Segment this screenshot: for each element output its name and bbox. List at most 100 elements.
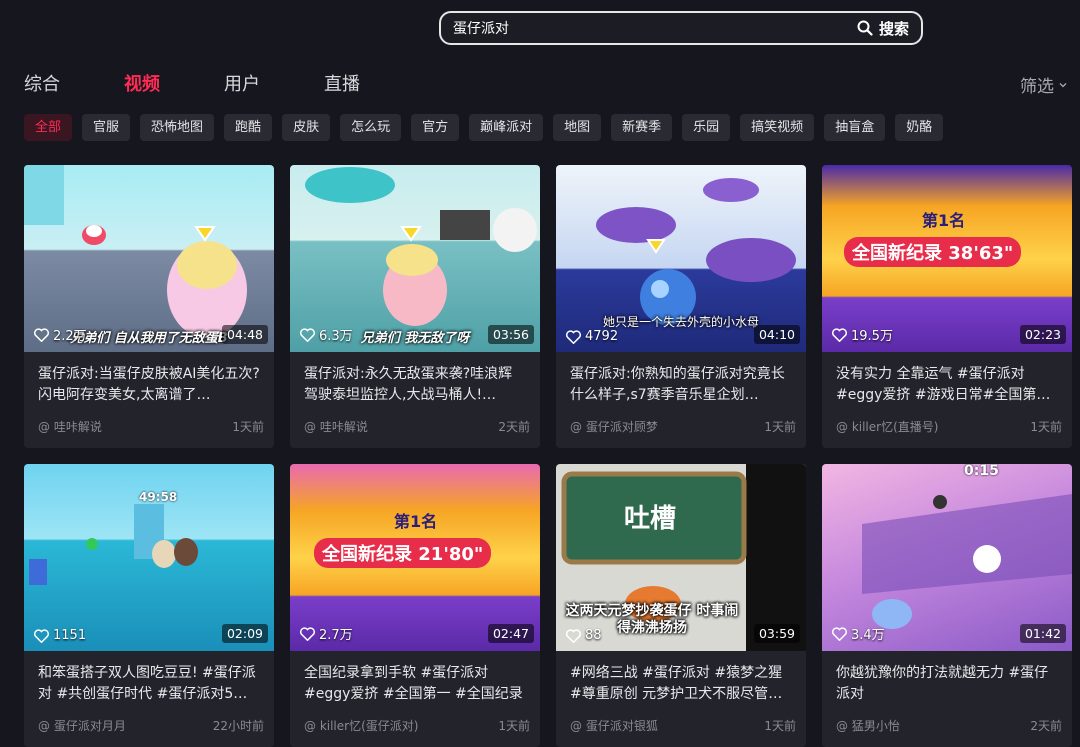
video-thumbnail: 兄弟们 我无敌了呀 6.3万 03:56: [290, 165, 540, 352]
search-icon: [857, 20, 873, 36]
like-count: 19.5万: [832, 325, 893, 344]
video-card[interactable]: 49:58 1151 02:09 和笨蛋搭子双人图吃豆豆! #蛋仔派对 #共创蛋…: [24, 464, 274, 747]
chip-cheese[interactable]: 奶酪: [895, 114, 944, 141]
chip-parkour[interactable]: 跑酷: [224, 114, 273, 141]
countdown-timer: 0:15: [964, 464, 999, 479]
video-duration: 03:59: [753, 624, 800, 643]
heart-icon: [300, 327, 315, 342]
video-time: 2天前: [498, 420, 530, 434]
filter-button[interactable]: 筛选: [1020, 72, 1068, 97]
chevron-down-icon: [1059, 82, 1067, 87]
countdown-timer: 49:58: [139, 490, 178, 504]
video-title[interactable]: 蛋仔派对:你熟知的蛋仔派对究竟长什么样子,s7赛季音乐星企划…: [570, 364, 792, 406]
video-time: 22小时前: [212, 719, 264, 733]
video-author[interactable]: @ 猛男小怡: [836, 717, 900, 734]
video-title[interactable]: 全国纪录拿到手软 #蛋仔派对 #eggy爱挤 #全国第一 #全国纪录: [304, 663, 526, 705]
thumbnail-scene: [305, 167, 537, 326]
video-card[interactable]: 兄弟们 我无敌了呀 6.3万 03:56 蛋仔派对:永久无敌蛋来袭?哇浪辉驾驶泰…: [290, 165, 540, 448]
video-author[interactable]: @ killer忆(直播号): [836, 418, 938, 435]
thumbnail-scene: [24, 165, 247, 338]
heart-icon: [34, 327, 49, 342]
like-count-value: 6.3万: [319, 329, 353, 344]
tab-live[interactable]: 直播: [324, 70, 424, 96]
video-card[interactable]: 第1名 全国新纪录 38'63" 19.5万 02:23 没有实力 全靠运气 #…: [822, 165, 1072, 448]
heart-icon: [566, 628, 581, 643]
like-count: 2.2万: [34, 325, 87, 344]
video-time: 1天前: [1030, 420, 1062, 434]
video-title[interactable]: 和笨蛋搭子双人图吃豆豆! #蛋仔派对 #共创蛋仔时代 #蛋仔派对5…: [38, 663, 260, 705]
heart-icon: [566, 329, 581, 344]
search-button[interactable]: 搜索: [857, 18, 921, 39]
video-duration: 01:42: [1019, 624, 1066, 643]
video-duration: 03:56: [487, 325, 534, 344]
chip-skin[interactable]: 皮肤: [282, 114, 331, 141]
video-title[interactable]: 你越犹豫你的打法就越无力 #蛋仔派对: [836, 663, 1058, 705]
search-input[interactable]: [441, 19, 857, 37]
like-count-value: 19.5万: [851, 329, 893, 344]
video-title[interactable]: #网络三战 #蛋仔派对 #猿梦之猩 #尊重原创 元梦护卫犬不服尽管来…: [570, 663, 792, 705]
chip-how-to-play[interactable]: 怎么玩: [340, 114, 402, 141]
chip-official-server[interactable]: 官服: [82, 114, 131, 141]
video-duration: 04:10: [753, 325, 800, 344]
like-count-value: 1151: [53, 628, 87, 643]
filter-label: 筛选: [1020, 77, 1054, 97]
video-meta: @ 蛋仔派对月月 22小时前: [38, 717, 264, 734]
video-author[interactable]: @ killer忆(蛋仔派对): [304, 717, 418, 734]
chip-paradise[interactable]: 乐园: [682, 114, 731, 141]
video-title[interactable]: 蛋仔派对:永久无敌蛋来袭?哇浪辉驾驶泰坦监控人,大战马桶人!…: [304, 364, 526, 406]
video-thumbnail: 第1名 全国新纪录 21'80" 2.7万 02:47: [290, 464, 540, 651]
chip-all[interactable]: 全部: [24, 114, 73, 141]
like-count-value: 2.2万: [53, 329, 87, 344]
chip-map[interactable]: 地图: [553, 114, 602, 141]
video-grid: 兄弟们 自从我用了无敌蛋B 2.2万 04:48 蛋仔派对:当蛋仔皮肤被AI美化…: [24, 165, 1072, 747]
record-banner: 全国新纪录 21'80": [314, 538, 492, 568]
video-meta: @ killer忆(蛋仔派对) 1天前: [304, 717, 530, 734]
chip-official[interactable]: 官方: [411, 114, 460, 141]
video-duration: 04:48: [221, 325, 268, 344]
video-meta: @ 哇咔解说 1天前: [38, 418, 264, 435]
video-author[interactable]: @ 蛋仔派对月月: [38, 717, 126, 734]
video-duration: 02:23: [1019, 325, 1066, 344]
video-card[interactable]: 第1名 全国新纪录 21'80" 2.7万 02:47 全国纪录拿到手软 #蛋仔…: [290, 464, 540, 747]
like-count: 4792: [566, 329, 618, 344]
video-thumbnail: 她只是一个失去外壳的小水母 4792 04:10: [556, 165, 806, 352]
video-time: 2天前: [1030, 719, 1062, 733]
result-tabs: 综合 视频 用户 直播: [24, 70, 424, 96]
video-title[interactable]: 没有实力 全靠运气 #蛋仔派对#eggy爱挤 #游戏日常#全国第一 #全…: [836, 364, 1058, 406]
video-meta: @ 猛男小怡 2天前: [836, 717, 1062, 734]
like-count: 2.7万: [300, 624, 353, 643]
heart-icon: [832, 626, 847, 641]
chip-peak-party[interactable]: 巅峰派对: [469, 114, 544, 141]
video-thumbnail: 第1名 全国新纪录 38'63" 19.5万 02:23: [822, 165, 1072, 352]
video-thumbnail: 0:15 3.4万 01:42: [822, 464, 1072, 651]
heart-icon: [832, 327, 847, 342]
video-card[interactable]: 0:15 3.4万 01:42 你越犹豫你的打法就越无力 #蛋仔派对 @ 猛男小…: [822, 464, 1072, 747]
video-card[interactable]: 吐槽 这两天元梦抄袭蛋仔 时事闹得沸沸扬扬 88 03:59 #网络三战 #蛋仔…: [556, 464, 806, 747]
like-count-value: 2.7万: [319, 628, 353, 643]
video-author[interactable]: @ 蛋仔派对银狐: [570, 717, 658, 734]
chip-horror-map[interactable]: 恐怖地图: [140, 114, 215, 141]
video-meta: @ 蛋仔派对顾梦 1天前: [570, 418, 796, 435]
video-card[interactable]: 兄弟们 自从我用了无敌蛋B 2.2万 04:48 蛋仔派对:当蛋仔皮肤被AI美化…: [24, 165, 274, 448]
video-time: 1天前: [764, 420, 796, 434]
video-author[interactable]: @ 哇咔解说: [38, 418, 102, 435]
video-author[interactable]: @ 哇咔解说: [304, 418, 368, 435]
video-time: 1天前: [764, 719, 796, 733]
search-bar: 搜索: [439, 11, 923, 45]
like-count: 6.3万: [300, 325, 353, 344]
video-title[interactable]: 蛋仔派对:当蛋仔皮肤被AI美化五次?闪电阿存变美女,太离谱了…: [38, 364, 260, 406]
like-count: 3.4万: [832, 624, 885, 643]
chip-funny-videos[interactable]: 搞笑视频: [740, 114, 815, 141]
record-banner: 全国新纪录 38'63": [844, 237, 1022, 267]
video-author[interactable]: @ 蛋仔派对顾梦: [570, 418, 658, 435]
video-card[interactable]: 她只是一个失去外壳的小水母 4792 04:10 蛋仔派对:你熟知的蛋仔派对究竟…: [556, 165, 806, 448]
heart-icon: [300, 626, 315, 641]
tab-comprehensive[interactable]: 综合: [24, 70, 124, 96]
like-count-value: 3.4万: [851, 628, 885, 643]
tab-users[interactable]: 用户: [224, 70, 324, 96]
video-meta: @ 哇咔解说 2天前: [304, 418, 530, 435]
chip-blind-box[interactable]: 抽盲盒: [824, 114, 886, 141]
chip-new-season[interactable]: 新赛季: [611, 114, 673, 141]
tab-videos[interactable]: 视频: [124, 70, 224, 96]
category-chips: 全部 官服 恐怖地图 跑酷 皮肤 怎么玩 官方 巅峰派对 地图 新赛季 乐园 搞…: [24, 114, 944, 141]
